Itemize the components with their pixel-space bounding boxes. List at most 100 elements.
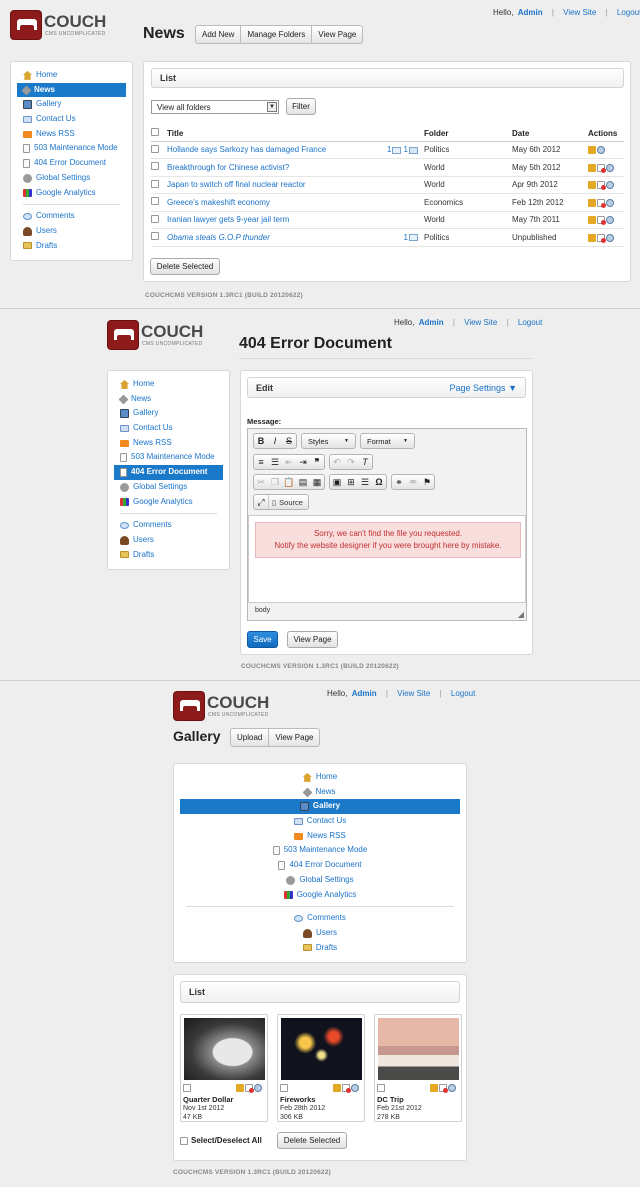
- sidebar-item-comments[interactable]: Comments: [17, 209, 126, 224]
- folder-select[interactable]: View all folders ▼: [151, 100, 279, 114]
- row-checkbox[interactable]: [151, 232, 159, 241]
- anchor-flag-icon[interactable]: ⚑: [420, 475, 434, 489]
- sidebar-item-drafts[interactable]: Drafts: [114, 548, 223, 563]
- sidebar-item-503-maintenance-mode[interactable]: 503 Maintenance Mode: [17, 141, 126, 156]
- unlink-icon[interactable]: ⚮: [406, 475, 420, 489]
- blockquote-icon[interactable]: ❞: [310, 455, 324, 469]
- view-icon[interactable]: [606, 163, 614, 172]
- sidebar-item-contact-us[interactable]: Contact Us: [114, 421, 223, 436]
- sidebar-item-404-error-document[interactable]: 404 Error Document: [180, 858, 460, 873]
- row-title-link[interactable]: Japan to switch off final nuclear reacto…: [167, 176, 379, 194]
- view-icon[interactable]: [606, 198, 614, 207]
- row-checkbox[interactable]: [151, 162, 159, 171]
- logout-link[interactable]: Logout: [617, 8, 640, 17]
- pending-comments-icon[interactable]: [409, 146, 418, 154]
- copy-icon[interactable]: ❐: [268, 475, 282, 489]
- row-title-link[interactable]: Hollande says Sarkozy has damaged France: [167, 141, 379, 159]
- add-new-button[interactable]: Add New: [196, 26, 240, 43]
- resize-handle-icon[interactable]: [518, 612, 524, 618]
- numbered-list-icon[interactable]: ≡: [254, 455, 268, 469]
- comments-icon[interactable]: [392, 146, 402, 154]
- view-icon[interactable]: [351, 1083, 359, 1092]
- gallery-thumbnail[interactable]: [281, 1018, 362, 1080]
- sidebar-item-contact-us[interactable]: Contact Us: [17, 112, 126, 127]
- view-site-link[interactable]: View Site: [397, 689, 430, 698]
- link-icon[interactable]: ⚭: [392, 475, 406, 489]
- edit-icon[interactable]: [333, 1083, 341, 1092]
- sidebar-item-contact-us[interactable]: Contact Us: [180, 814, 460, 829]
- select-all-checkbox[interactable]: [180, 1136, 188, 1145]
- sidebar-item-home[interactable]: Home: [114, 377, 223, 392]
- sidebar-item-news[interactable]: News: [17, 82, 126, 98]
- sidebar-item-news-rss[interactable]: News RSS: [180, 829, 460, 844]
- sidebar-item-news[interactable]: News: [114, 392, 223, 407]
- italic-icon[interactable]: I: [268, 434, 282, 448]
- editor-content-area[interactable]: Sorry, we can't find the file you reques…: [248, 515, 526, 603]
- sidebar-item-users[interactable]: Users: [17, 224, 126, 239]
- sidebar-item-google-analytics[interactable]: Google Analytics: [180, 888, 460, 903]
- row-checkbox[interactable]: [151, 197, 159, 206]
- edit-icon[interactable]: [430, 1083, 438, 1092]
- sidebar-item-gallery[interactable]: Gallery: [114, 406, 223, 421]
- view-page-button[interactable]: View Page: [287, 631, 338, 648]
- sidebar-item-404-error-document[interactable]: 404 Error Document: [114, 465, 223, 480]
- sidebar-item-503-maintenance-mode[interactable]: 503 Maintenance Mode: [114, 450, 223, 465]
- delete-icon[interactable]: [597, 216, 606, 226]
- sidebar-item-404-error-document[interactable]: 404 Error Document: [17, 156, 126, 171]
- sidebar-item-global-settings[interactable]: Global Settings: [180, 873, 460, 888]
- sidebar-item-503-maintenance-mode[interactable]: 503 Maintenance Mode: [180, 843, 460, 858]
- delete-icon[interactable]: [342, 1083, 351, 1093]
- couch-logo-icon[interactable]: [10, 10, 42, 40]
- item-checkbox[interactable]: [183, 1084, 191, 1092]
- styles-dropdown[interactable]: Styles ▼: [301, 433, 356, 449]
- sidebar-item-home[interactable]: Home: [180, 770, 460, 785]
- row-title-link[interactable]: Iranian lawyer gets 9-year jail term: [167, 211, 379, 229]
- row-checkbox[interactable]: [151, 214, 159, 223]
- bulleted-list-icon[interactable]: ☰: [268, 455, 282, 469]
- view-icon[interactable]: [448, 1083, 456, 1092]
- delete-icon[interactable]: [597, 198, 606, 208]
- admin-link[interactable]: Admin: [518, 8, 543, 17]
- delete-icon[interactable]: [439, 1083, 448, 1093]
- delete-icon[interactable]: [597, 181, 606, 191]
- row-title-link[interactable]: Greece's makeshift economy: [167, 193, 379, 212]
- gallery-thumbnail[interactable]: [184, 1018, 265, 1080]
- paste-word-icon[interactable]: ▦: [310, 475, 324, 489]
- edit-icon[interactable]: [588, 216, 596, 225]
- edit-icon[interactable]: [588, 233, 596, 242]
- item-name[interactable]: Fireworks: [280, 1095, 315, 1104]
- item-name[interactable]: Quarter Dollar: [183, 1095, 233, 1104]
- delete-selected-button[interactable]: Delete Selected: [277, 1132, 347, 1149]
- select-all-control[interactable]: Select/Deselect All: [180, 1136, 262, 1145]
- logout-link[interactable]: Logout: [518, 318, 542, 327]
- edit-icon[interactable]: [236, 1083, 244, 1092]
- bold-icon[interactable]: B: [254, 434, 268, 448]
- view-page-button[interactable]: View Page: [268, 729, 319, 746]
- item-checkbox[interactable]: [280, 1084, 288, 1092]
- delete-icon[interactable]: [597, 233, 606, 243]
- couch-logo-icon[interactable]: [107, 320, 139, 350]
- row-title-link[interactable]: Breakthrough for Chinese activist?: [167, 158, 379, 177]
- delete-icon[interactable]: [245, 1083, 254, 1093]
- format-dropdown[interactable]: Format ▼: [360, 433, 415, 449]
- editor-status-path[interactable]: body: [255, 607, 270, 614]
- sidebar-item-news[interactable]: News: [180, 785, 460, 800]
- view-icon[interactable]: [254, 1083, 262, 1092]
- table-icon[interactable]: ⊞: [344, 475, 358, 489]
- outdent-icon[interactable]: ⇤: [282, 455, 296, 469]
- sidebar-item-home[interactable]: Home: [17, 68, 126, 83]
- strikethrough-icon[interactable]: S: [282, 434, 296, 448]
- sidebar-item-drafts[interactable]: Drafts: [17, 239, 126, 254]
- delete-selected-button[interactable]: Delete Selected: [150, 258, 220, 275]
- edit-icon[interactable]: [588, 181, 596, 190]
- remove-format-icon[interactable]: T: [358, 455, 372, 469]
- sidebar-item-global-settings[interactable]: Global Settings: [17, 171, 126, 186]
- sidebar-item-drafts[interactable]: Drafts: [180, 941, 460, 956]
- edit-icon[interactable]: [588, 163, 596, 172]
- sidebar-item-news-rss[interactable]: News RSS: [114, 436, 223, 451]
- indent-icon[interactable]: ⇥: [296, 455, 310, 469]
- image-icon[interactable]: ▣: [330, 475, 344, 489]
- view-site-link[interactable]: View Site: [464, 318, 497, 327]
- upload-button[interactable]: Upload: [231, 729, 268, 746]
- select-all-checkbox[interactable]: [151, 128, 159, 137]
